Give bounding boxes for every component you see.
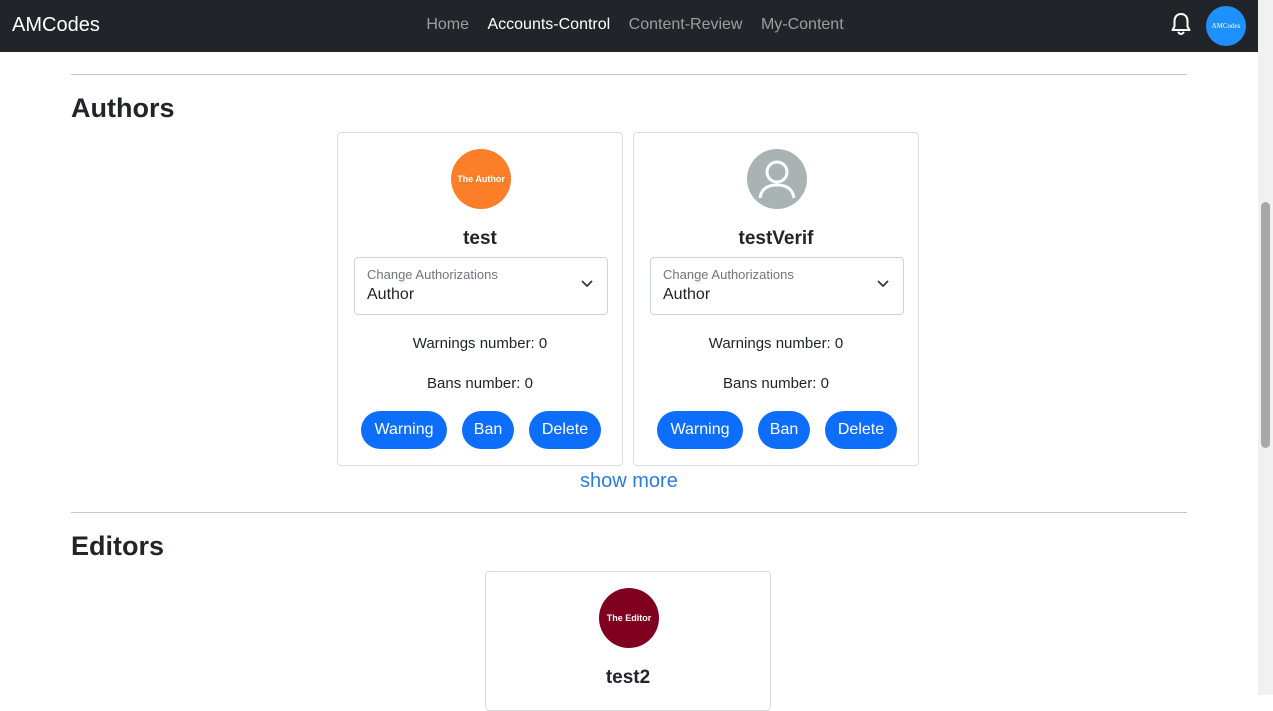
authorization-select[interactable]: Change Authorizations Author [354,257,608,315]
ban-button[interactable]: Ban [462,411,514,449]
chevron-down-icon [581,280,593,288]
author-card: testVerif Change Authorizations Author W… [633,132,919,466]
bans-count: Bans number: 0 [427,375,533,392]
scrollbar-thumb[interactable] [1261,202,1270,448]
author-name: test [463,228,497,249]
warning-button[interactable]: Warning [657,411,743,449]
default-user-icon [747,149,807,209]
delete-button[interactable]: Delete [529,411,601,449]
author-name: testVerif [738,228,814,249]
editors-heading: Editors [71,531,165,561]
warning-button[interactable]: Warning [361,411,447,449]
delete-button[interactable]: Delete [825,411,897,449]
author-avatar: The Author [451,149,511,209]
section-divider [71,512,1187,513]
select-value: Author [663,286,711,303]
ban-button[interactable]: Ban [758,411,810,449]
warnings-count: Warnings number: 0 [412,335,548,352]
warnings-count: Warnings number: 0 [708,335,844,352]
show-more-link[interactable]: show more [580,470,678,493]
section-divider [71,74,1187,75]
nav-link-my-content[interactable]: My-Content [761,16,844,33]
select-label: Change Authorizations [367,267,498,282]
author-card: The Author test Change Authorizations Au… [337,132,623,466]
nav-links: Home Accounts-Control Content-Review My-… [0,16,1270,34]
user-avatar[interactable]: AMCodes [1206,6,1246,46]
editor-avatar: The Editor [599,588,659,648]
bans-count: Bans number: 0 [723,375,829,392]
authorization-select[interactable]: Change Authorizations Author [650,257,904,315]
editor-name: test2 [605,667,651,688]
select-label: Change Authorizations [663,267,794,282]
bell-icon[interactable] [1170,12,1192,36]
editor-card: The Editor test2 [485,571,771,711]
top-navbar: AMCodes Home Accounts-Control Content-Re… [0,0,1258,52]
authors-heading: Authors [71,93,175,123]
nav-link-home[interactable]: Home [426,16,469,33]
select-value: Author [367,286,415,303]
nav-link-content-review[interactable]: Content-Review [629,16,743,33]
chevron-down-icon [877,280,889,288]
nav-link-accounts-control[interactable]: Accounts-Control [487,16,610,33]
